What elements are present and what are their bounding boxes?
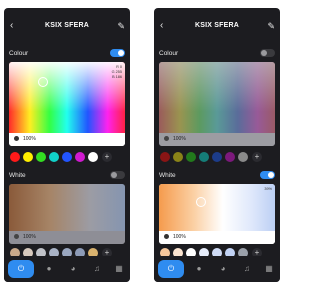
white-brightness-value: 100% bbox=[173, 234, 186, 240]
bulb-nav-icon[interactable]: ● bbox=[40, 263, 58, 275]
swatch-blue[interactable] bbox=[62, 152, 72, 162]
white-picker-handle[interactable] bbox=[196, 197, 206, 207]
white-toggle[interactable] bbox=[110, 171, 125, 179]
white-toggle[interactable] bbox=[260, 171, 275, 179]
palette-icon[interactable]: ◕ bbox=[64, 263, 82, 275]
colour-brightness-value: 100% bbox=[173, 136, 186, 142]
colour-brightness-value: 100% bbox=[23, 136, 36, 142]
colour-swatch-row: + bbox=[9, 152, 125, 163]
bottom-nav: ⏻ ● ◕ ♫ ▦ bbox=[154, 256, 280, 282]
colour-spectrum[interactable] bbox=[9, 62, 125, 133]
add-colour-button[interactable]: + bbox=[252, 152, 262, 162]
phone-screen-white-mode: ‹ KSIX SFERA ✎ Colour 100% + White 39% 1… bbox=[154, 8, 280, 282]
power-icon[interactable]: ⏻ bbox=[158, 260, 184, 278]
colour-swatch-row: + bbox=[159, 152, 275, 163]
white-label: White bbox=[159, 172, 176, 179]
colour-toggle[interactable] bbox=[260, 49, 275, 57]
header: ‹ KSIX SFERA ✎ bbox=[4, 20, 130, 34]
swatch-cyan[interactable] bbox=[199, 152, 209, 162]
colour-spectrum[interactable] bbox=[159, 62, 275, 133]
colour-label: Colour bbox=[9, 50, 29, 57]
brightness-icon bbox=[164, 234, 169, 239]
swatch-green[interactable] bbox=[186, 152, 196, 162]
header: ‹ KSIX SFERA ✎ bbox=[154, 20, 280, 34]
white-brightness-row[interactable]: 100% bbox=[159, 231, 275, 244]
swatch-magenta[interactable] bbox=[75, 152, 85, 162]
music-icon[interactable]: ♫ bbox=[238, 263, 256, 275]
white-readout: 39% bbox=[264, 187, 272, 191]
blue-value: B 186 bbox=[112, 75, 122, 79]
swatch-red[interactable] bbox=[160, 152, 170, 162]
white-temperature-gradient[interactable] bbox=[159, 184, 275, 231]
white-panel: 39% 100% bbox=[159, 184, 275, 244]
white-panel: 100% bbox=[9, 184, 125, 244]
swatch-cyan[interactable] bbox=[49, 152, 59, 162]
edit-icon[interactable]: ✎ bbox=[267, 20, 275, 32]
colour-panel: 100% bbox=[159, 62, 275, 146]
colour-brightness-row[interactable]: 100% bbox=[9, 133, 125, 146]
swatch-blue[interactable] bbox=[212, 152, 222, 162]
toggle-knob bbox=[111, 172, 117, 178]
page-title: KSIX SFERA bbox=[194, 22, 239, 29]
toggle-knob bbox=[261, 50, 267, 56]
swatch-yellow[interactable] bbox=[173, 152, 183, 162]
bulb-nav-icon[interactable]: ● bbox=[190, 263, 208, 275]
add-colour-button[interactable]: + bbox=[102, 152, 112, 162]
page-title: KSIX SFERA bbox=[44, 22, 89, 29]
palette-icon[interactable]: ◕ bbox=[214, 263, 232, 275]
swatch-green[interactable] bbox=[36, 152, 46, 162]
phone-screen-colour-mode: ‹ KSIX SFERA ✎ Colour R 0 G 255 B 186 10… bbox=[4, 8, 130, 282]
toggle-knob bbox=[118, 50, 124, 56]
white-temperature-gradient[interactable] bbox=[9, 184, 125, 231]
swatch-yellow[interactable] bbox=[23, 152, 33, 162]
colour-picker-handle[interactable] bbox=[38, 77, 48, 87]
scenes-icon[interactable]: ▦ bbox=[110, 263, 128, 275]
white-brightness-value: 100% bbox=[23, 234, 36, 240]
brightness-icon bbox=[164, 136, 169, 141]
white-label: White bbox=[9, 172, 26, 179]
swatch-white[interactable] bbox=[238, 152, 248, 162]
colour-toggle[interactable] bbox=[110, 49, 125, 57]
rgb-readout: R 0 G 255 B 186 bbox=[112, 65, 122, 80]
swatch-white[interactable] bbox=[88, 152, 98, 162]
colour-panel: R 0 G 255 B 186 100% bbox=[9, 62, 125, 146]
brightness-icon bbox=[14, 136, 19, 141]
music-icon[interactable]: ♫ bbox=[88, 263, 106, 275]
toggle-knob bbox=[268, 172, 274, 178]
white-brightness-row[interactable]: 100% bbox=[9, 231, 125, 244]
power-icon[interactable]: ⏻ bbox=[8, 260, 34, 278]
swatch-magenta[interactable] bbox=[225, 152, 235, 162]
swatch-red[interactable] bbox=[10, 152, 20, 162]
colour-brightness-row[interactable]: 100% bbox=[159, 133, 275, 146]
colour-label: Colour bbox=[159, 50, 179, 57]
edit-icon[interactable]: ✎ bbox=[117, 20, 125, 32]
scenes-icon[interactable]: ▦ bbox=[260, 263, 278, 275]
brightness-icon bbox=[14, 234, 19, 239]
bottom-nav: ⏻ ● ◕ ♫ ▦ bbox=[4, 256, 130, 282]
